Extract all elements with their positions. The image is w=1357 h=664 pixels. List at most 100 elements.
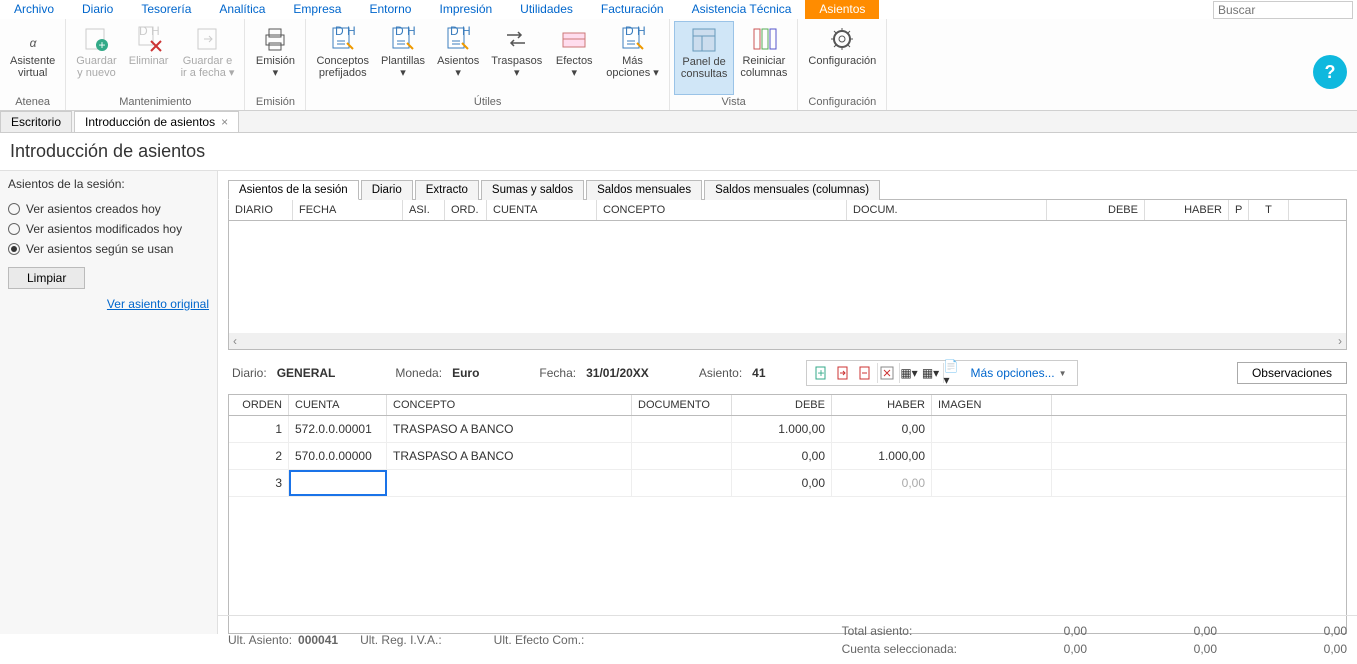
entries-icon: D H (444, 25, 472, 53)
col-header[interactable]: DOCUMENTO (632, 395, 732, 415)
cell-orden[interactable]: 3 (229, 470, 289, 496)
ribbon-transfers-button[interactable]: Traspasos ▾ (485, 21, 548, 95)
ribbon-gear-button[interactable]: Configuración (802, 21, 882, 95)
cell-haber[interactable]: 0,00 (832, 416, 932, 442)
ribbon-entries-button[interactable]: D HAsientos ▾ (431, 21, 485, 95)
col-header[interactable]: DIARIO (229, 200, 293, 220)
col-header[interactable]: DOCUM. (847, 200, 1047, 220)
doc-minus-icon[interactable] (855, 363, 875, 383)
menu-impresión[interactable]: Impresión (425, 0, 506, 19)
transfers-icon (503, 25, 531, 53)
grid-delete-icon[interactable] (877, 363, 897, 383)
ribbon-reset-cols-button[interactable]: Reiniciar columnas (734, 21, 793, 95)
cell-orden[interactable]: 2 (229, 443, 289, 469)
doc-arrow-icon[interactable] (833, 363, 853, 383)
col-header[interactable]: DEBE (732, 395, 832, 415)
cell-concepto[interactable]: TRASPASO A BANCO (387, 416, 632, 442)
alpha-icon: α (19, 25, 47, 53)
cell-cuenta[interactable]: 572.0.0.00001 (289, 416, 387, 442)
sub-tab[interactable]: Diario (361, 180, 413, 200)
search-input[interactable] (1213, 1, 1353, 19)
radio-option[interactable]: Ver asientos creados hoy (8, 199, 209, 219)
menu-asientos[interactable]: Asientos (805, 0, 879, 19)
table-row[interactable]: 1572.0.0.00001TRASPASO A BANCO 1.000,000,… (229, 416, 1346, 443)
sub-tab[interactable]: Saldos mensuales (586, 180, 702, 200)
menu-empresa[interactable]: Empresa (279, 0, 355, 19)
original-entry-link[interactable]: Ver asiento original (8, 297, 209, 311)
col-header[interactable]: P (1229, 200, 1249, 220)
cell-haber[interactable]: 1.000,00 (832, 443, 932, 469)
col-header[interactable]: CUENTA (487, 200, 597, 220)
horizontal-scrollbar[interactable]: ‹› (229, 333, 1346, 349)
col-header[interactable]: ORD. (445, 200, 487, 220)
col-header[interactable]: DEBE (1047, 200, 1145, 220)
doc-tab[interactable]: Introducción de asientos× (74, 111, 239, 132)
ribbon-panel-button[interactable]: Panel de consultas (674, 21, 734, 95)
menu-analítica[interactable]: Analítica (205, 0, 279, 19)
ribbon-templates-button[interactable]: D HPlantillas ▾ (375, 21, 431, 95)
cell-debe[interactable]: 0,00 (732, 470, 832, 496)
cell-docum[interactable] (632, 443, 732, 469)
menu-diario[interactable]: Diario (68, 0, 127, 19)
cell-imagen[interactable] (932, 470, 1052, 496)
sub-tab[interactable]: Sumas y saldos (481, 180, 584, 200)
grid-opts2-icon[interactable]: ▦▾ (921, 363, 941, 383)
close-icon[interactable]: × (221, 115, 228, 129)
col-header[interactable]: HABER (1145, 200, 1229, 220)
col-header[interactable]: ORDEN (229, 395, 289, 415)
cell-docum[interactable] (632, 416, 732, 442)
col-header[interactable]: CONCEPTO (387, 395, 632, 415)
ribbon-alpha-button[interactable]: αAsistente virtual (4, 21, 61, 95)
menu-utilidades[interactable]: Utilidades (506, 0, 587, 19)
menu-tesorería[interactable]: Tesorería (127, 0, 205, 19)
help-icon[interactable]: ? (1313, 55, 1347, 89)
col-header[interactable]: HABER (832, 395, 932, 415)
cell-docum[interactable] (632, 470, 732, 496)
observations-button[interactable]: Observaciones (1237, 362, 1347, 384)
col-header[interactable]: FECHA (293, 200, 403, 220)
ribbon-more-button[interactable]: D HMás opciones ▾ (600, 21, 665, 95)
col-header[interactable]: T (1249, 200, 1289, 220)
radio-icon (8, 223, 20, 235)
doc-add-icon[interactable]: + (811, 363, 831, 383)
menu-facturación[interactable]: Facturación (587, 0, 678, 19)
clear-button[interactable]: Limpiar (8, 267, 85, 289)
cell-concepto[interactable] (387, 470, 632, 496)
radio-icon (8, 203, 20, 215)
ribbon-effects-button[interactable]: Efectos ▾ (548, 21, 600, 95)
table-row[interactable]: 3 0,000,00 (229, 470, 1346, 497)
col-header[interactable]: CONCEPTO (597, 200, 847, 220)
grid-opts1-icon[interactable]: ▦▾ (899, 363, 919, 383)
menu-archivo[interactable]: Archivo (0, 0, 68, 19)
cell-imagen[interactable] (932, 443, 1052, 469)
radio-option[interactable]: Ver asientos según se usan (8, 239, 209, 259)
table-row[interactable]: 2570.0.0.00000TRASPASO A BANCO 0,001.000,… (229, 443, 1346, 470)
cell-imagen[interactable] (932, 416, 1052, 442)
sub-tab[interactable]: Extracto (415, 180, 479, 200)
radio-option[interactable]: Ver asientos modificados hoy (8, 219, 209, 239)
cell-concepto[interactable]: TRASPASO A BANCO (387, 443, 632, 469)
cell-debe[interactable]: 0,00 (732, 443, 832, 469)
col-header[interactable]: IMAGEN (932, 395, 1052, 415)
cell-cuenta[interactable] (289, 470, 387, 496)
ribbon-print-button[interactable]: Emisión ▾ (249, 21, 301, 95)
ribbon-group-title: Mantenimiento (70, 95, 240, 110)
cell-debe[interactable]: 1.000,00 (732, 416, 832, 442)
cell-cuenta[interactable]: 570.0.0.00000 (289, 443, 387, 469)
sub-tab[interactable]: Asientos de la sesión (228, 180, 359, 200)
doc-tab[interactable]: Escritorio (0, 111, 72, 132)
ribbon-concepts-button[interactable]: D HConceptos prefijados (310, 21, 375, 95)
entry-lines-header: ORDENCUENTACONCEPTODOCUMENTODEBEHABERIMA… (229, 395, 1346, 416)
menu-asistencia técnica[interactable]: Asistencia Técnica (678, 0, 806, 19)
export-icon[interactable]: 📄▾ (943, 363, 963, 383)
entry-lines-body[interactable]: 1572.0.0.00001TRASPASO A BANCO1.000,000,… (229, 416, 1346, 497)
more-options-dropdown[interactable]: Más opciones...▼ (965, 364, 1073, 382)
page-title: Introducción de asientos (0, 133, 1357, 171)
col-header[interactable]: ASI. (403, 200, 445, 220)
sub-tab[interactable]: Saldos mensuales (columnas) (704, 180, 880, 200)
cell-haber[interactable]: 0,00 (832, 470, 932, 496)
col-header[interactable]: CUENTA (289, 395, 387, 415)
menu-entorno[interactable]: Entorno (355, 0, 425, 19)
cell-orden[interactable]: 1 (229, 416, 289, 442)
session-grid-body[interactable] (229, 221, 1346, 333)
